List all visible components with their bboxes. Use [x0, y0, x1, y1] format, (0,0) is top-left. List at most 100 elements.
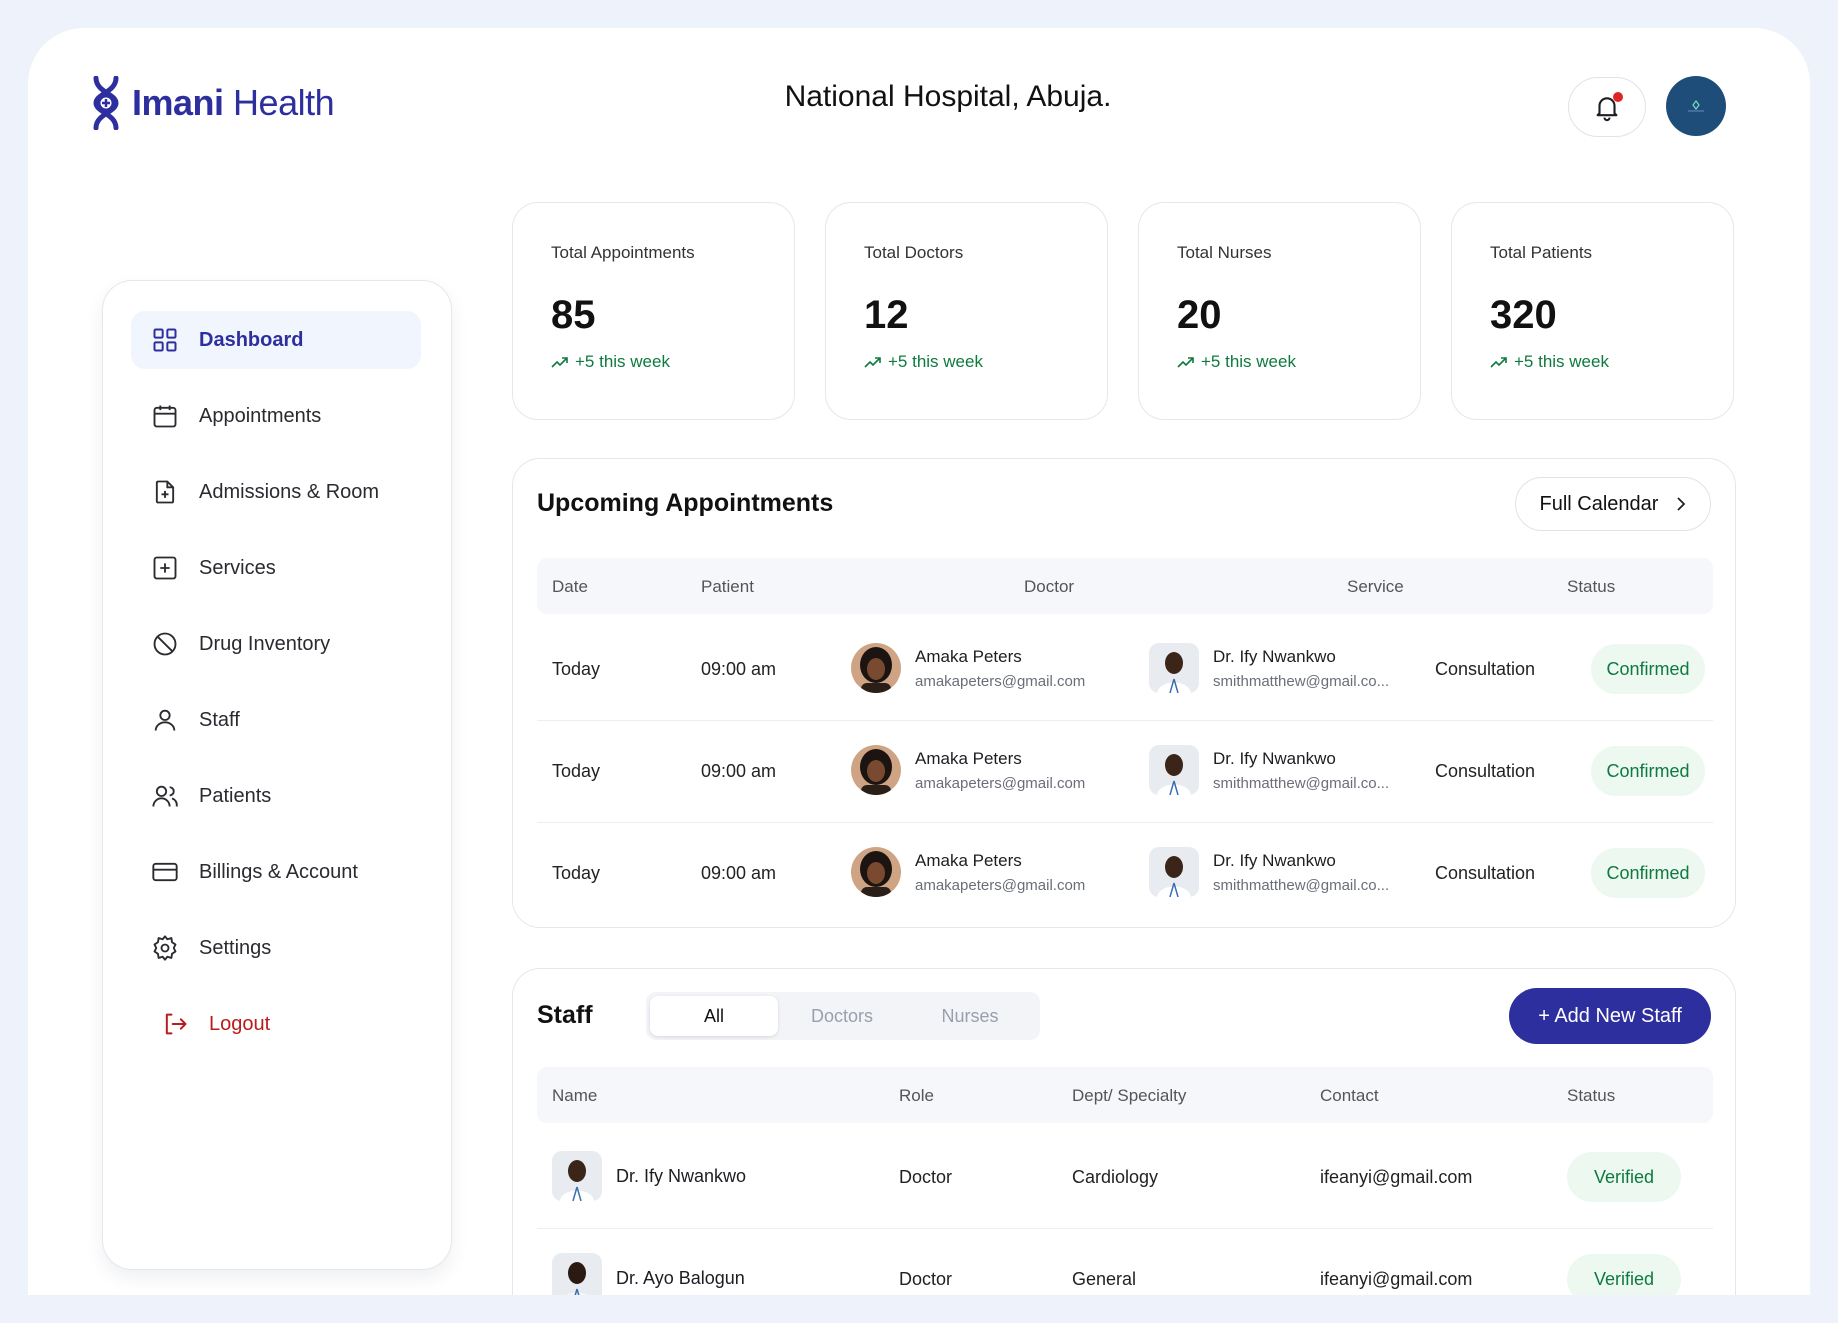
gear-icon: [153, 935, 177, 961]
sidebar-item-label: Staff: [199, 708, 240, 731]
row-service: Consultation: [1435, 659, 1536, 679]
trend-up-icon: [551, 357, 568, 368]
stat-trend-text: +5 this week: [888, 352, 983, 371]
tab-all[interactable]: All: [650, 996, 778, 1036]
notification-button[interactable]: [1568, 77, 1646, 137]
row-date: Today: [552, 863, 601, 883]
sidebar-item-staff[interactable]: Staff: [131, 691, 421, 749]
patient-name: Amaka Peters: [915, 646, 1022, 666]
doctor-cell: Dr. Ify Nwankwo smithmatthew@gmail.co...: [1149, 745, 1389, 795]
file-plus-icon: [155, 480, 175, 504]
staff-title: Staff: [537, 1001, 593, 1029]
staff-name-cell: Dr. Ify Nwankwo: [552, 1151, 746, 1201]
patient-avatar: [851, 847, 901, 897]
doctor-cell: Dr. Ify Nwankwo smithmatthew@gmail.co...: [1149, 643, 1389, 693]
sidebar-item-settings[interactable]: Settings: [131, 919, 421, 977]
table-row[interactable]: Dr. Ify Nwankwo Doctor Cardiology ifeany…: [537, 1127, 1713, 1229]
table-row[interactable]: Today 09:00 am Amaka Peters amakapeters@g…: [537, 823, 1713, 925]
col-service: Service: [1347, 577, 1404, 596]
stat-trend: +5 this week: [864, 352, 1107, 372]
avatar[interactable]: [1666, 76, 1726, 136]
doctor-email: smithmatthew@gmail.co...: [1213, 672, 1390, 690]
logout-button[interactable]: Logout: [131, 995, 421, 1053]
status-badge: Confirmed: [1591, 848, 1705, 898]
col-dept: Dept/ Specialty: [1072, 1086, 1187, 1105]
patient-name: Amaka Peters: [915, 748, 1022, 768]
patient-cell: Amaka Peters amakapeters@gmail.com: [851, 643, 1085, 693]
sidebar: Dashboard Appointments Admissions & Room…: [102, 280, 452, 1270]
patient-email: amakapeters@gmail.com: [915, 774, 1086, 792]
chevron-right-icon: [1677, 497, 1686, 511]
tab-doctors[interactable]: Doctors: [778, 996, 906, 1036]
sidebar-item-appointments[interactable]: Appointments: [131, 387, 421, 445]
doctor-email: smithmatthew@gmail.co...: [1213, 876, 1390, 894]
stat-card-patients: Total Patients 320 +5 this week: [1451, 202, 1734, 420]
stat-trend: +5 this week: [1177, 352, 1420, 372]
staff-role: Doctor: [899, 1269, 953, 1289]
row-service: Consultation: [1435, 761, 1536, 781]
sidebar-item-dashboard[interactable]: Dashboard: [131, 311, 421, 369]
stat-value: 85: [551, 293, 596, 337]
row-date: Today: [552, 659, 601, 679]
status-badge: Verified: [1567, 1254, 1681, 1295]
stat-label: Total Patients: [1490, 243, 1593, 262]
row-time: 09:00 am: [701, 761, 777, 781]
staff-contact: ifeanyi@gmail.com: [1320, 1167, 1473, 1187]
stat-card-nurses: Total Nurses 20 +5 this week: [1138, 202, 1421, 420]
stat-value: 12: [864, 293, 909, 337]
staff-name: Dr. Ify Nwankwo: [616, 1165, 747, 1186]
table-row[interactable]: Dr. Ayo Balogun Doctor General ifeanyi@g…: [537, 1229, 1713, 1295]
status-badge: Confirmed: [1591, 644, 1705, 694]
doctor-email: smithmatthew@gmail.co...: [1213, 774, 1390, 792]
stat-label: Total Doctors: [864, 243, 964, 262]
sidebar-item-label: Drug Inventory: [199, 632, 331, 655]
sidebar-item-admissions[interactable]: Admissions & Room: [131, 463, 421, 521]
full-calendar-label: Full Calendar: [1539, 492, 1659, 515]
sidebar-item-services[interactable]: Services: [131, 539, 421, 597]
full-calendar-button[interactable]: Full Calendar: [1515, 477, 1711, 531]
stat-label: Total Appointments: [551, 243, 695, 262]
sidebar-item-drug-inventory[interactable]: Drug Inventory: [131, 615, 421, 673]
doctor-avatar: [1149, 847, 1199, 897]
row-time: 09:00 am: [701, 659, 777, 679]
patient-avatar: [851, 745, 901, 795]
appointments-title: Upcoming Appointments: [537, 489, 834, 517]
trend-up-icon: [1490, 357, 1507, 368]
row-date: Today: [552, 761, 601, 781]
stat-value: 20: [1177, 293, 1222, 337]
patient-email: amakapeters@gmail.com: [915, 672, 1086, 690]
avatar-emblem-icon: [1688, 100, 1704, 112]
col-contact: Contact: [1320, 1086, 1379, 1105]
stat-trend-text: +5 this week: [1514, 352, 1609, 371]
logout-label: Logout: [209, 1012, 271, 1035]
sidebar-item-label: Dashboard: [199, 328, 304, 351]
tab-nurses[interactable]: Nurses: [906, 996, 1034, 1036]
stat-label: Total Nurses: [1177, 243, 1272, 262]
doctor-name: Dr. Ify Nwankwo: [1213, 850, 1336, 870]
staff-dept: General: [1072, 1269, 1137, 1289]
table-row[interactable]: Today 09:00 am Amaka Peters amakapeters@g…: [537, 721, 1713, 823]
doctor-avatar: [1149, 745, 1199, 795]
stat-card-doctors: Total Doctors 12 +5 this week: [825, 202, 1108, 420]
row-service: Consultation: [1435, 863, 1536, 883]
staff-avatar: [552, 1253, 602, 1295]
ban-icon: [153, 632, 177, 656]
app-frame: Imani Health National Hospital, Abuja. D…: [28, 28, 1810, 1295]
staff-contact: ifeanyi@gmail.com: [1320, 1269, 1473, 1289]
sidebar-item-label: Services: [199, 556, 276, 579]
staff-table-header: Name Role Dept/ Specialty Contact Status: [537, 1067, 1713, 1123]
row-time: 09:00 am: [701, 863, 777, 883]
staff-role: Doctor: [899, 1167, 953, 1187]
stat-value: 320: [1490, 293, 1557, 337]
sidebar-item-billings[interactable]: Billings & Account: [131, 843, 421, 901]
sidebar-item-label: Billings & Account: [199, 860, 358, 883]
table-row[interactable]: Today 09:00 am Amaka Peters amakapeters@g…: [537, 619, 1713, 721]
trend-up-icon: [1177, 357, 1194, 368]
col-doctor: Doctor: [1024, 577, 1075, 596]
staff-dept: Cardiology: [1072, 1167, 1159, 1187]
staff-name: Dr. Ayo Balogun: [616, 1267, 745, 1288]
doctor-avatar: [1149, 643, 1199, 693]
add-new-staff-button[interactable]: + Add New Staff: [1509, 988, 1711, 1044]
sidebar-item-label: Settings: [199, 936, 272, 959]
sidebar-item-patients[interactable]: Patients: [131, 767, 421, 825]
